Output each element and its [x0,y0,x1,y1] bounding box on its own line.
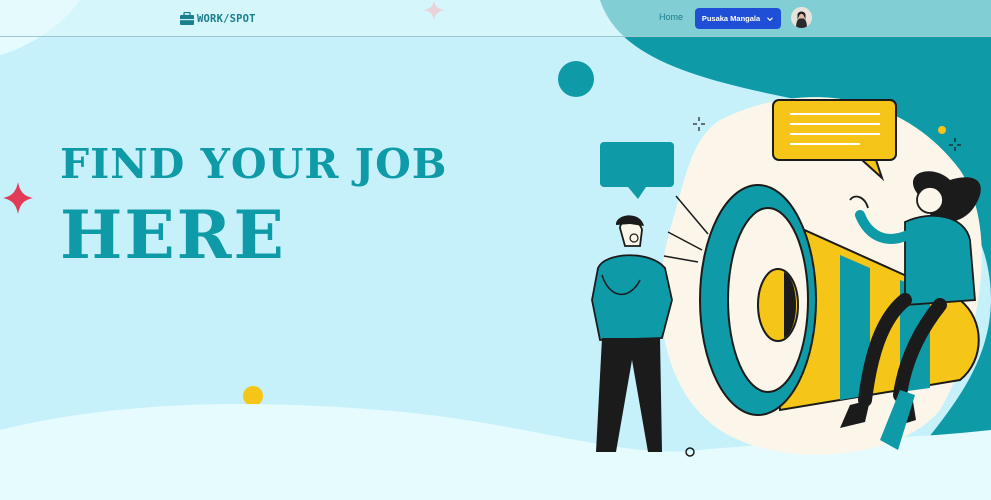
hero-title-line1: FIND YOUR JOB [60,140,448,188]
hero-illustration [591,97,982,457]
yellow-dot [243,386,263,406]
navbar: WORK/SPOT Home Pusaka Mangala [0,0,991,37]
avatar[interactable] [791,7,812,28]
hero-title-line2: HERE [60,196,286,274]
brand-name: WORK/SPOT [197,13,256,25]
avatar-image [791,7,812,28]
page: WORK/SPOT Home Pusaka Mangala FIND YOUR … [0,0,991,500]
briefcase-icon [180,12,194,25]
user-name: Pusaka Mangala [701,14,761,23]
brand-logo[interactable]: WORK/SPOT [179,10,256,28]
nav-home-link[interactable]: Home [659,12,683,22]
speech-bubble-left [600,142,674,199]
user-menu-button[interactable]: Pusaka Mangala [695,8,781,29]
man-figure [591,215,673,452]
chevron-down-icon [767,16,774,21]
sparkle-icon [3,182,33,214]
